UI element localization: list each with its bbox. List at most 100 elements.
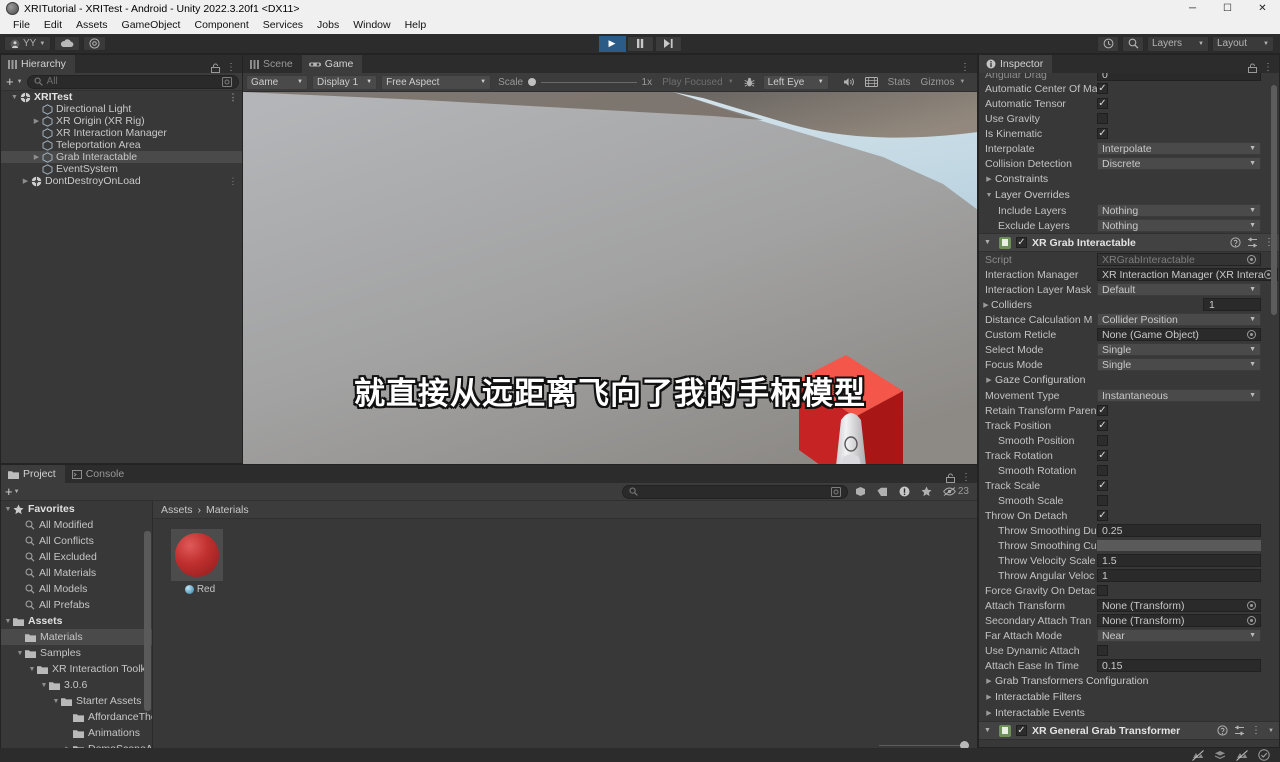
inspector-textfield-attach-ease-in-time[interactable]: 0.15: [1097, 659, 1261, 672]
twisty-closed-icon[interactable]: ▶: [31, 153, 42, 161]
gameview-eye-dropdown[interactable]: Left Eye ▼: [762, 74, 829, 90]
inspector-scrollbar[interactable]: [1271, 75, 1277, 727]
twisty-open-icon[interactable]: ▼: [3, 618, 13, 625]
gameview-stats-button[interactable]: Stats: [885, 77, 914, 88]
twisty-open-icon[interactable]: ▼: [9, 94, 20, 101]
inspector-textfield-throw-smoothing-du[interactable]: 0.25: [1097, 524, 1261, 537]
chevron-down-icon[interactable]: ▼: [17, 79, 23, 85]
breadcrumb-materials[interactable]: Materials: [206, 504, 249, 516]
inspector-textfield-throw-velocity-scale[interactable]: 1.5: [1097, 554, 1261, 567]
project-tree-item-all-excluded[interactable]: All Excluded: [1, 549, 152, 565]
inspector-checkbox-track-position[interactable]: [1097, 420, 1108, 431]
pause-button[interactable]: [626, 35, 654, 52]
inspector-curvefield-throw-smoothing-cu[interactable]: [1097, 540, 1261, 551]
inspector-count-field[interactable]: 1: [1203, 298, 1261, 311]
hidden-items-indicator[interactable]: 23: [940, 486, 974, 497]
inspector-checkbox-throw-on-detach[interactable]: [1097, 510, 1108, 521]
inspector-dropdown-interaction-layer-mask[interactable]: Default ▼: [1097, 283, 1261, 296]
object-picker-icon[interactable]: [1247, 330, 1256, 339]
component-header-xr-general-grab-transformer[interactable]: ▼ XR General Grab Transformer ⋮ ▼: [979, 721, 1279, 740]
project-tree-item-starter-assets[interactable]: ▼ Starter Assets: [1, 693, 152, 709]
game-render-canvas[interactable]: 就直接从远距离飞向了我的手柄模型: [243, 92, 977, 465]
inspector-textfield-angular-drag[interactable]: 0: [1097, 73, 1261, 81]
inspector-dropdown-interpolate[interactable]: Interpolate ▼: [1097, 142, 1261, 155]
hierarchy-item-grab-interactable[interactable]: ▶ Grab Interactable: [1, 151, 242, 163]
gameview-playfocused-dropdown[interactable]: Play Focused ▼: [659, 77, 737, 88]
twisty-closed-icon[interactable]: ▶: [983, 709, 995, 717]
no-code-icon[interactable]: [1236, 749, 1248, 761]
chevron-down-icon[interactable]: ▼: [14, 489, 20, 495]
project-tree-scrollbar[interactable]: [144, 503, 151, 753]
menu-window[interactable]: Window: [346, 17, 397, 34]
gameview-display-dropdown[interactable]: Display 1 ▼: [312, 74, 378, 90]
search-save-icon[interactable]: [222, 76, 232, 87]
twisty-closed-icon[interactable]: ▶: [20, 177, 31, 185]
object-picker-icon[interactable]: [1247, 601, 1256, 610]
gameview-target-dropdown[interactable]: Game ▼: [246, 74, 308, 90]
hierarchy-item-menu-icon[interactable]: ⋮: [229, 92, 239, 103]
layers-stack-icon[interactable]: [1214, 749, 1226, 761]
inspector-checkbox-smooth-scale[interactable]: [1097, 495, 1108, 506]
packages-icon[interactable]: [852, 484, 870, 499]
inspector-checkbox-retain-transform-paren[interactable]: [1097, 405, 1108, 416]
check-circle-icon[interactable]: [1258, 749, 1270, 761]
chevron-down-icon[interactable]: ▼: [1268, 728, 1274, 734]
label-icon[interactable]: [874, 484, 892, 499]
inspector-objectfield-attach-transform[interactable]: None (Transform): [1097, 599, 1261, 612]
hierarchy-item-directional-light[interactable]: Directional Light: [1, 103, 242, 115]
component-header-xr-grab-interactable[interactable]: ▼XR Grab Interactable⋮: [979, 233, 1279, 252]
hierarchy-menu-icon[interactable]: ⋮: [226, 62, 236, 73]
inspector-checkbox-automatic-center-of-ma[interactable]: [1097, 83, 1108, 94]
project-tree-item-animations[interactable]: Animations: [1, 725, 152, 741]
component-enabled-checkbox[interactable]: [1016, 725, 1027, 736]
project-tree-item-samples[interactable]: ▼ Samples: [1, 645, 152, 661]
inspector-dropdown-select-mode[interactable]: Single ▼: [1097, 343, 1261, 356]
component-enabled-checkbox[interactable]: [1016, 237, 1027, 248]
menu-gameobject[interactable]: GameObject: [115, 17, 188, 34]
inspector-lock-open-icon[interactable]: [1248, 63, 1257, 73]
twisty-closed-icon[interactable]: ▶: [983, 677, 995, 685]
project-tree-item-xr-interaction-toolkit[interactable]: ▼ XR Interaction Toolkit: [1, 661, 152, 677]
twisty-closed-icon[interactable]: ▶: [983, 376, 995, 384]
inspector-objectfield-script[interactable]: XRGrabInteractable: [1097, 253, 1261, 266]
inspector-objectfield-interaction-manager[interactable]: XR Interaction Manager (XR Intera: [1097, 268, 1278, 281]
menu-assets[interactable]: Assets: [69, 17, 115, 34]
project-tree-item-all-models[interactable]: All Models: [1, 581, 152, 597]
project-search-input[interactable]: [621, 484, 848, 499]
inspector-fold-grab-transformers-configuration[interactable]: ▶ Grab Transformers Configuration: [979, 673, 1279, 689]
tab-game[interactable]: Game: [301, 55, 363, 73]
asset-item-red[interactable]: Red: [171, 529, 229, 595]
twisty-closed-icon[interactable]: ▶: [983, 175, 995, 183]
inspector-checkbox-use-dynamic-attach[interactable]: [1097, 645, 1108, 656]
inspector-dropdown-far-attach-mode[interactable]: Near ▼: [1097, 629, 1261, 642]
minimize-button[interactable]: ─: [1175, 0, 1210, 17]
hierarchy-item-xr-origin-xr-rig[interactable]: ▶ XR Origin (XR Rig): [1, 115, 242, 127]
inspector-fold-constraints[interactable]: ▶ Constraints: [979, 171, 1279, 187]
inspector-checkbox-is-kinematic[interactable]: [1097, 128, 1108, 139]
inspector-dropdown-exclude-layers[interactable]: Nothing ▼: [1097, 219, 1261, 232]
inspector-objectfield-custom-reticle[interactable]: None (Game Object): [1097, 328, 1261, 341]
inspector-menu-icon[interactable]: ⋮: [1263, 62, 1273, 73]
menu-help[interactable]: Help: [398, 17, 434, 34]
help-icon[interactable]: [1230, 237, 1241, 248]
twisty-closed-icon[interactable]: ▶: [983, 693, 995, 701]
warning-icon[interactable]: [896, 484, 914, 499]
inspector-fold-interactable-events[interactable]: ▶ Interactable Events: [979, 705, 1279, 721]
inspector-dropdown-movement-type[interactable]: Instantaneous ▼: [1097, 389, 1261, 402]
inspector-dropdown-distance-calculation-m[interactable]: Collider Position ▼: [1097, 313, 1261, 326]
project-tree-item-all-prefabs[interactable]: All Prefabs: [1, 597, 152, 613]
inspector-checkbox-automatic-tensor[interactable]: [1097, 98, 1108, 109]
hierarchy-item-xr-interaction-manager[interactable]: XR Interaction Manager: [1, 127, 242, 139]
gameview-gizmos-dropdown[interactable]: Gizmos ▼: [917, 77, 968, 88]
inspector-checkbox-smooth-position[interactable]: [1097, 435, 1108, 446]
inspector-checkbox-use-gravity[interactable]: [1097, 113, 1108, 124]
no-collab-icon[interactable]: [1192, 749, 1204, 761]
gameview-aspect-dropdown[interactable]: Free Aspect ▼: [381, 74, 492, 90]
project-lock-open-icon[interactable]: [946, 473, 955, 483]
project-tree-item-affordancethe[interactable]: AffordanceThe: [1, 709, 152, 725]
menu-edit[interactable]: Edit: [37, 17, 69, 34]
inspector-dropdown-focus-mode[interactable]: Single ▼: [1097, 358, 1261, 371]
frame-icon[interactable]: [863, 75, 881, 90]
object-picker-icon[interactable]: [1247, 255, 1256, 264]
project-tree-item-assets[interactable]: ▼ Assets: [1, 613, 152, 629]
